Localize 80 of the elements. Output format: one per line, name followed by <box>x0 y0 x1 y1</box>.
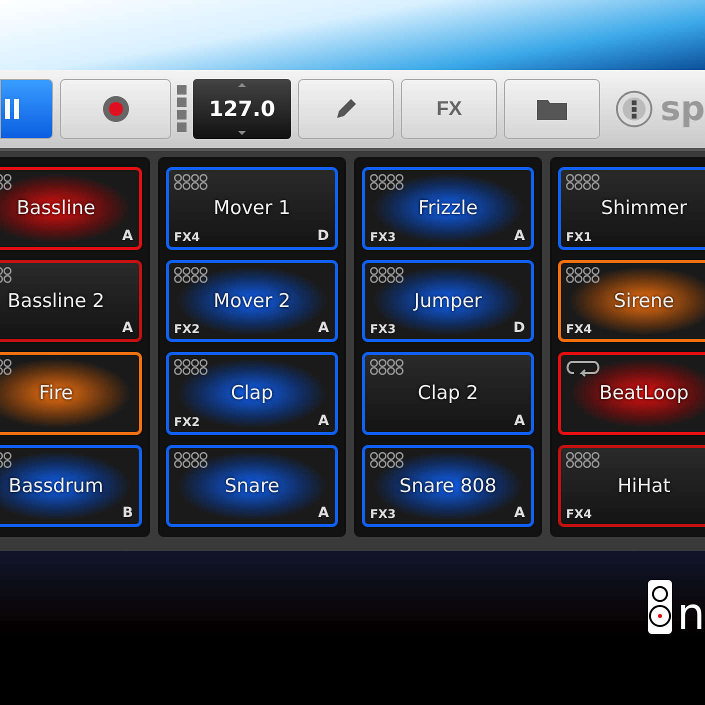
pad-name: Mover 2 <box>214 290 290 312</box>
slot-letter: A <box>122 320 133 336</box>
record-icon <box>102 95 130 123</box>
sample-pad[interactable]: Shimmer FX1 <box>558 167 705 250</box>
fx-label: FX2 <box>174 414 200 428</box>
sample-pad[interactable]: Mover 2 FX2 A <box>166 260 338 342</box>
pad-name: Bassline <box>16 197 96 220</box>
grid-icon <box>174 359 208 375</box>
folder-button[interactable] <box>504 79 600 139</box>
grid-icon <box>174 266 208 282</box>
tempo-value: 127.0 <box>208 97 276 121</box>
logo-text: n <box>677 595 705 635</box>
sample-pad[interactable]: Clap 2 A <box>362 352 534 434</box>
sample-pad[interactable]: Jumper FX3 D <box>362 260 534 342</box>
pause-icon <box>5 99 21 119</box>
grid-icon <box>566 174 600 190</box>
up-arrow-icon <box>238 83 246 87</box>
fx-label: FX3 <box>370 322 396 336</box>
fx-button[interactable]: FX <box>401 79 498 139</box>
pad-name: Bassdrum <box>8 474 104 497</box>
pad-name: Clap <box>230 382 274 404</box>
grid-icon <box>370 266 404 282</box>
sample-pad[interactable]: Bassline 2 A <box>0 260 142 342</box>
sample-pad[interactable]: Mover 1 FX4 D <box>166 167 338 250</box>
tempo-display[interactable]: 127.0 <box>192 79 292 139</box>
sample-pad[interactable]: Snare A <box>166 444 338 527</box>
sample-pad[interactable]: Snare 808 FX3 A <box>362 444 534 527</box>
fx-label: FX4 <box>174 230 200 244</box>
pad-name: Fire <box>39 382 73 404</box>
pad-name: HiHat <box>618 474 670 497</box>
slot-letter: D <box>317 228 329 244</box>
pad-name: Snare 808 <box>399 474 497 497</box>
down-arrow-icon <box>238 131 246 135</box>
fx-label: FX2 <box>174 322 200 336</box>
grid-icon <box>566 266 600 282</box>
slot-letter: A <box>514 505 525 521</box>
folder-icon <box>536 97 568 121</box>
loop-icon <box>566 359 600 377</box>
pad-name: Clap 2 <box>418 382 478 404</box>
pad-name: Jumper <box>414 290 482 312</box>
grid-icon <box>370 174 404 190</box>
sample-pad[interactable]: BeatLoop <box>558 352 705 434</box>
fx-label: FX1 <box>566 230 592 244</box>
slot-letter: B <box>122 505 133 521</box>
menu-icon[interactable] <box>615 89 654 129</box>
grid-icon <box>174 452 208 468</box>
speaker-icon <box>647 579 674 635</box>
pad-name: BeatLoop <box>599 382 689 404</box>
fx-label: FX3 <box>370 230 396 244</box>
pad-name: Mover 1 <box>214 197 290 220</box>
pad-name: Shimmer <box>601 197 687 220</box>
sample-pad[interactable]: Clap FX2 A <box>166 352 338 434</box>
slot-letter: D <box>513 320 525 336</box>
pad-name: Snare <box>224 474 280 497</box>
brand-text: sp <box>660 89 705 129</box>
sample-pad[interactable]: HiHat FX4 <box>558 444 705 527</box>
slot-letter: A <box>514 412 525 428</box>
edit-button[interactable] <box>298 79 394 139</box>
slot-letter: A <box>514 228 525 244</box>
sample-pad[interactable]: Bassline A <box>0 167 142 250</box>
play-button[interactable] <box>0 79 53 139</box>
sample-pad[interactable]: Bassdrum B <box>0 444 142 527</box>
fx-label: FX3 <box>370 507 396 521</box>
grid-icon <box>370 452 404 468</box>
pad-name: Sirene <box>614 290 674 312</box>
pad-name: Bassline 2 <box>8 290 104 312</box>
fx-label: FX4 <box>566 507 592 521</box>
grid-icon <box>566 452 600 468</box>
grid-icon <box>370 359 404 375</box>
slot-letter: A <box>318 505 329 521</box>
pad-name: Frizzle <box>418 197 478 220</box>
record-button[interactable] <box>60 79 172 139</box>
sample-pad[interactable]: Sirene FX4 <box>558 260 705 342</box>
grid-icon[interactable] <box>176 83 188 135</box>
slot-letter: A <box>318 412 329 428</box>
grid-icon <box>174 174 208 190</box>
sample-pad[interactable]: Frizzle FX3 A <box>362 167 534 250</box>
fx-label: FX4 <box>566 322 592 336</box>
slot-letter: A <box>318 320 329 336</box>
slot-letter: A <box>122 228 133 244</box>
